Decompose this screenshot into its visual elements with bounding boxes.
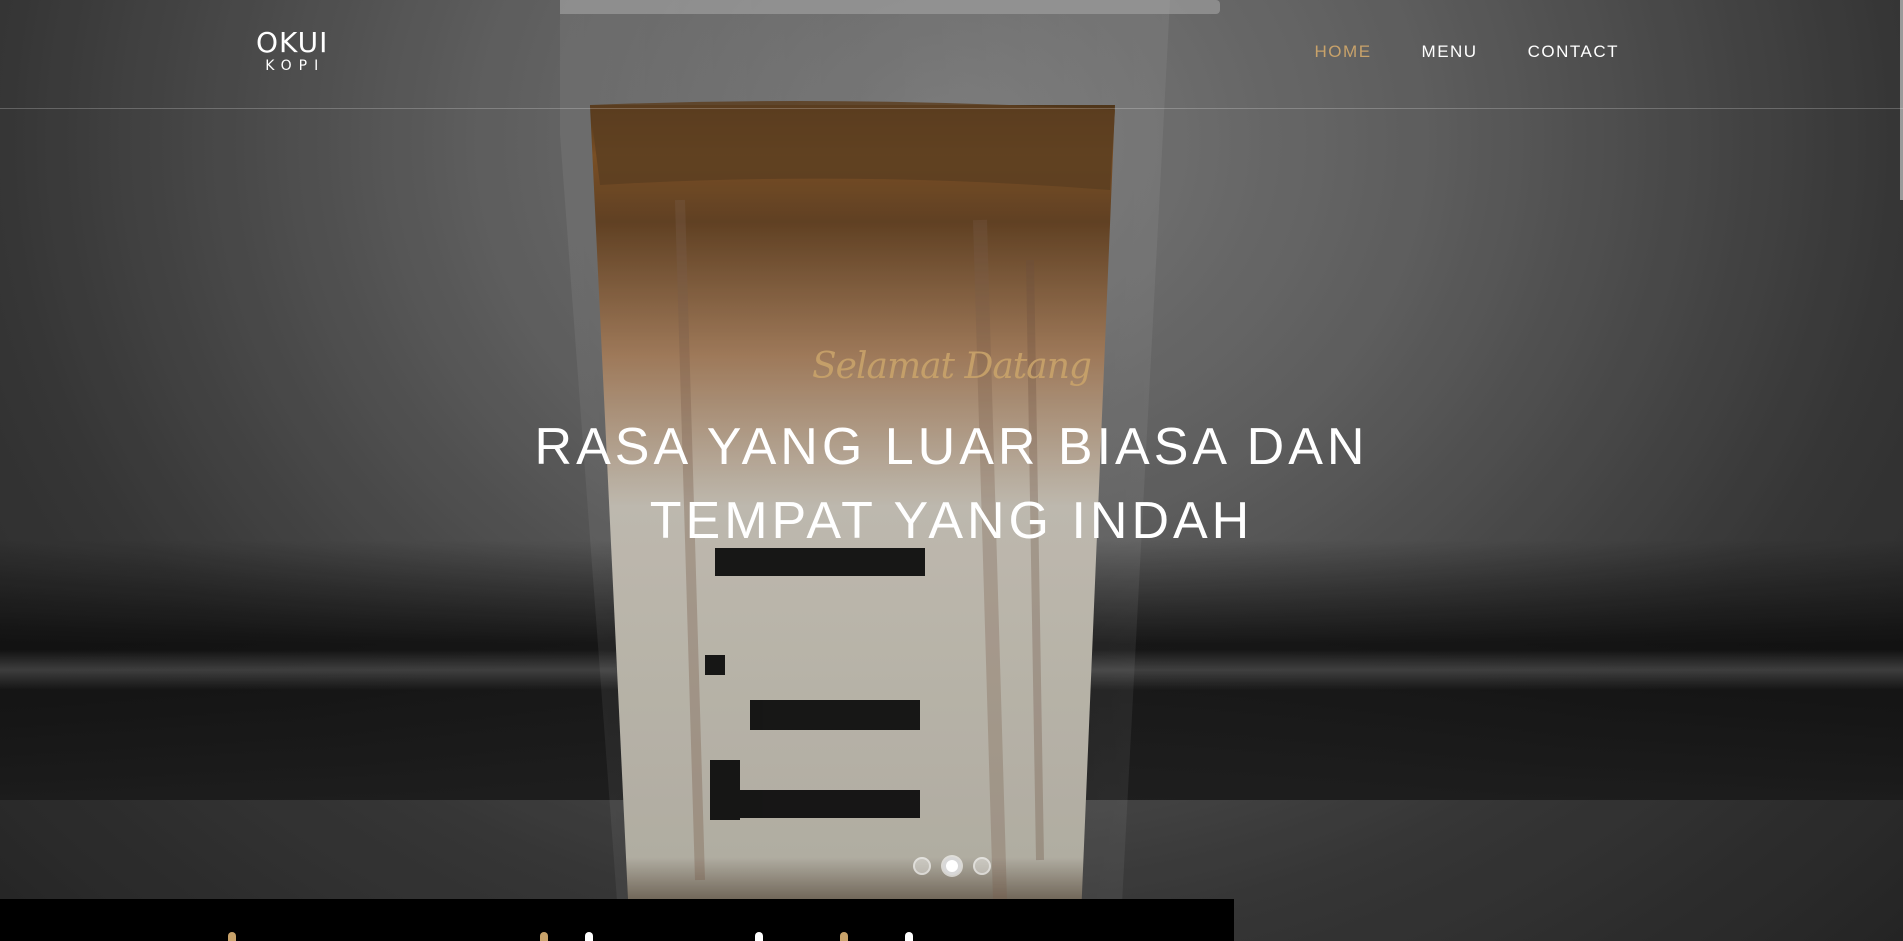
hero-headline: RASA YANG LUAR BIASA DAN TEMPAT YANG IND… [0, 410, 1903, 558]
feature-icon [905, 932, 913, 941]
feature-icon [228, 932, 236, 941]
brand-logo[interactable]: OKUI KOPI [256, 26, 329, 74]
feature-icon [540, 932, 548, 941]
carousel-indicators [0, 857, 1903, 875]
carousel-dot[interactable] [912, 857, 931, 875]
brand-name: OKUI [256, 26, 329, 59]
nav-contact-link[interactable]: CONTACT [1528, 42, 1619, 62]
main-nav: HOME MENU CONTACT [1315, 42, 1619, 62]
nav-home-link[interactable]: HOME [1315, 42, 1372, 62]
brand-subtitle: KOPI [265, 58, 326, 74]
feature-icon [755, 932, 763, 941]
feature-icon [840, 932, 848, 941]
hero-headline-line1: RASA YANG LUAR BIASA DAN [534, 418, 1369, 476]
top-navbar: OKUI KOPI HOME MENU CONTACT [0, 0, 1903, 109]
hero-headline-line2: TEMPAT YANG INDAH [649, 492, 1254, 550]
feature-icon [585, 932, 593, 941]
bottom-strip-icons [0, 932, 1234, 941]
hero-welcome-text: Selamat Datang [812, 346, 1092, 387]
carousel-dot-active[interactable] [942, 857, 961, 875]
carousel-dot[interactable] [972, 857, 991, 875]
nav-menu-link[interactable]: MENU [1422, 42, 1478, 62]
